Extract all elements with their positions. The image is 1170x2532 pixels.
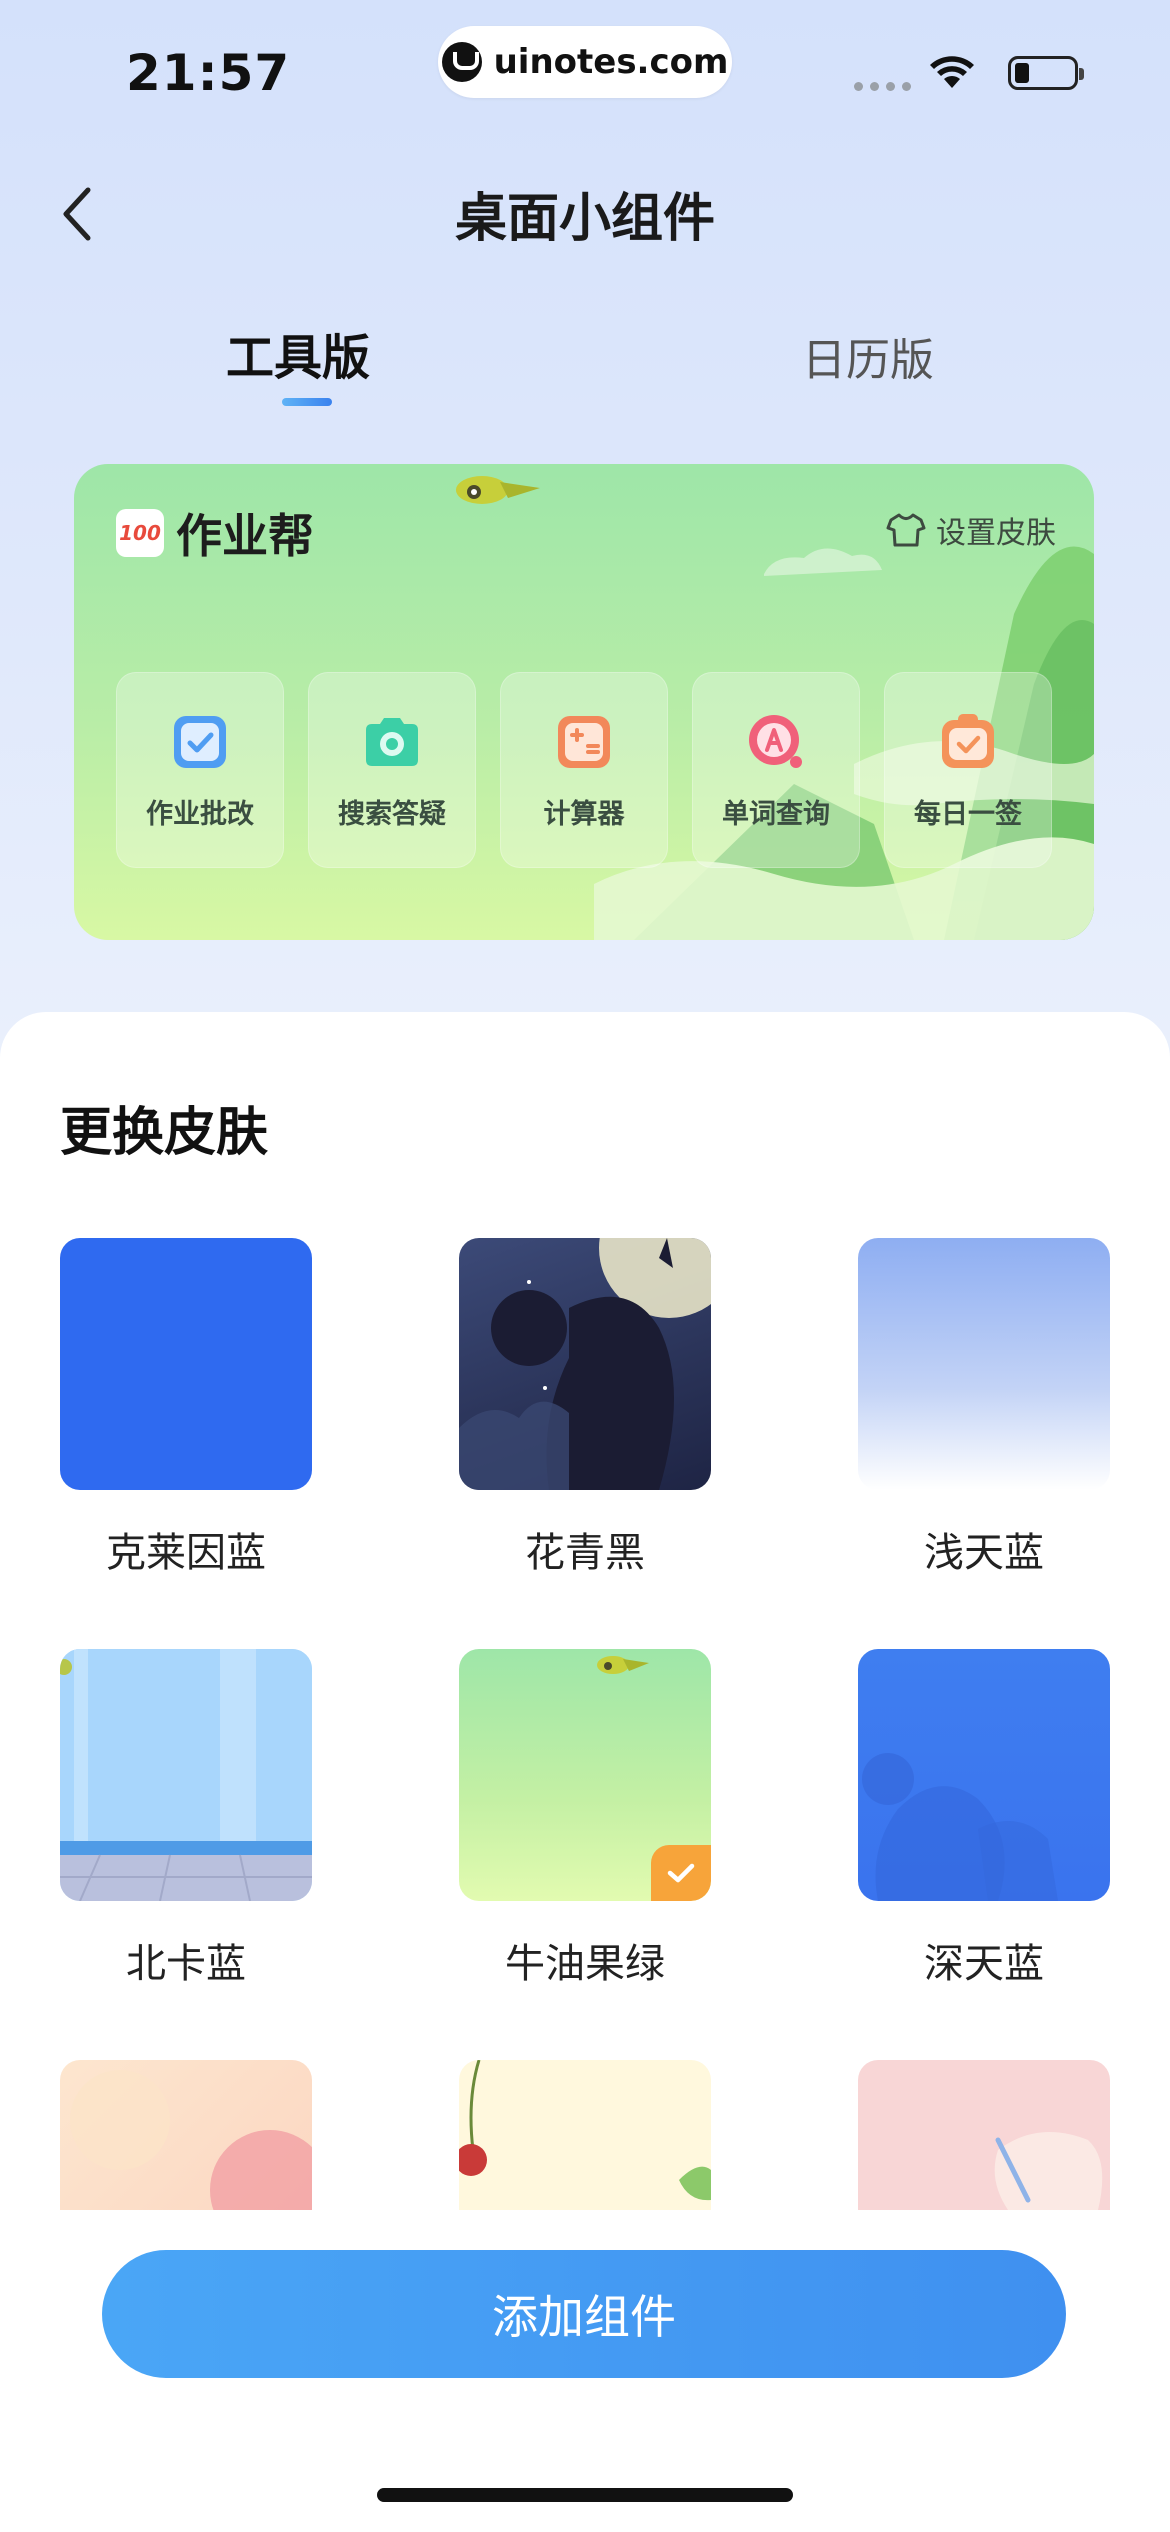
daily-sign-icon xyxy=(942,714,994,768)
url-text: uinotes.com xyxy=(493,42,729,82)
battery-icon xyxy=(1008,56,1084,90)
skin-option-deep-sky-blue[interactable]: 深天蓝 xyxy=(858,1649,1110,1987)
tool-label: 单词查询 xyxy=(722,799,830,830)
skin-setting-link[interactable]: 设置皮肤 xyxy=(886,508,1056,552)
tool-daily-sign[interactable]: 每日一签 xyxy=(884,672,1052,868)
cellular-signal-icon xyxy=(854,82,911,91)
skin-option-pink[interactable] xyxy=(858,2060,1110,2210)
skin-thumbnail xyxy=(858,1238,1110,1490)
url-badge: uinotes.com xyxy=(438,26,732,98)
skin-label: 花青黑 xyxy=(525,1530,645,1576)
cherry-illustration xyxy=(459,2060,711,2201)
active-tab-indicator xyxy=(282,398,332,406)
tshirt-icon xyxy=(886,513,926,547)
widget-brand: 100 作业帮 xyxy=(116,500,314,566)
selected-check-badge xyxy=(651,1845,711,1901)
wifi-icon xyxy=(930,56,974,88)
dessert-illustration xyxy=(994,2132,1103,2210)
skin-option-peach[interactable] xyxy=(60,2060,312,2210)
skin-thumbnail xyxy=(60,1238,312,1490)
skin-option-klein-blue[interactable]: 克莱因蓝 xyxy=(60,1238,312,1576)
calculator-icon xyxy=(558,716,610,768)
skin-thumbnail xyxy=(60,2060,312,2210)
skin-option-flower-black[interactable]: 花青黑 xyxy=(459,1238,711,1576)
tool-label: 搜索答疑 xyxy=(338,799,446,830)
checkmark-icon xyxy=(667,1863,695,1883)
tool-label: 每日一签 xyxy=(914,799,1022,830)
skin-label: 牛油果绿 xyxy=(505,1941,665,1987)
skin-label: 浅天蓝 xyxy=(924,1530,1044,1576)
section-title: 更换皮肤 xyxy=(60,1103,269,1163)
bird-icon xyxy=(597,1656,649,1674)
peach-illustration xyxy=(70,2070,312,2210)
tool-label: 作业批改 xyxy=(146,799,254,830)
tool-homework-check[interactable]: 作业批改 xyxy=(116,672,284,868)
skin-thumbnail xyxy=(858,1649,1110,1901)
night-illustration xyxy=(459,1238,711,1490)
tool-calculator[interactable]: 计算器 xyxy=(500,672,668,868)
homework-check-icon xyxy=(174,716,226,768)
widget-preview: 100 作业帮 设置皮肤 作业批改 搜索答疑 计算器 单词查询 每日一签 xyxy=(74,464,1094,940)
word-lookup-icon xyxy=(749,715,802,768)
add-widget-button[interactable]: 添加组件 xyxy=(102,2250,1066,2378)
skin-thumbnail xyxy=(60,1649,312,1901)
home-indicator xyxy=(377,2488,793,2502)
skin-label: 北卡蓝 xyxy=(126,1941,246,1987)
tab-tool-version[interactable]: 工具版 xyxy=(226,318,370,388)
skin-label: 克莱因蓝 xyxy=(106,1530,266,1576)
tool-label: 计算器 xyxy=(543,799,625,830)
skin-thumbnail xyxy=(858,2060,1110,2210)
skin-thumbnail xyxy=(459,2060,711,2210)
page-title: 桌面小组件 xyxy=(454,189,715,249)
camera-search-icon xyxy=(366,718,418,766)
tool-word-lookup[interactable]: 单词查询 xyxy=(692,672,860,868)
skin-label: 深天蓝 xyxy=(924,1941,1044,1987)
skin-setting-label: 设置皮肤 xyxy=(936,516,1056,551)
site-logo-icon xyxy=(441,42,482,82)
skin-option-cherry[interactable] xyxy=(459,2060,711,2210)
skin-option-light-sky-blue[interactable]: 浅天蓝 xyxy=(858,1238,1110,1576)
skin-option-carolina-blue[interactable]: 北卡蓝 xyxy=(60,1649,312,1987)
character-illustration xyxy=(862,1753,1058,1901)
brand-name: 作业帮 xyxy=(176,509,314,563)
skin-thumbnail xyxy=(459,1649,711,1901)
room-illustration xyxy=(60,1649,312,1901)
tool-search-answer[interactable]: 搜索答疑 xyxy=(308,672,476,868)
zuoyebang-logo: 100 xyxy=(116,509,164,557)
skin-thumbnail xyxy=(459,1238,711,1490)
skin-option-avocado-green[interactable]: 牛油果绿 xyxy=(459,1649,711,1987)
tab-calendar-version[interactable]: 日历版 xyxy=(802,324,934,388)
status-time: 21:57 xyxy=(126,44,291,102)
